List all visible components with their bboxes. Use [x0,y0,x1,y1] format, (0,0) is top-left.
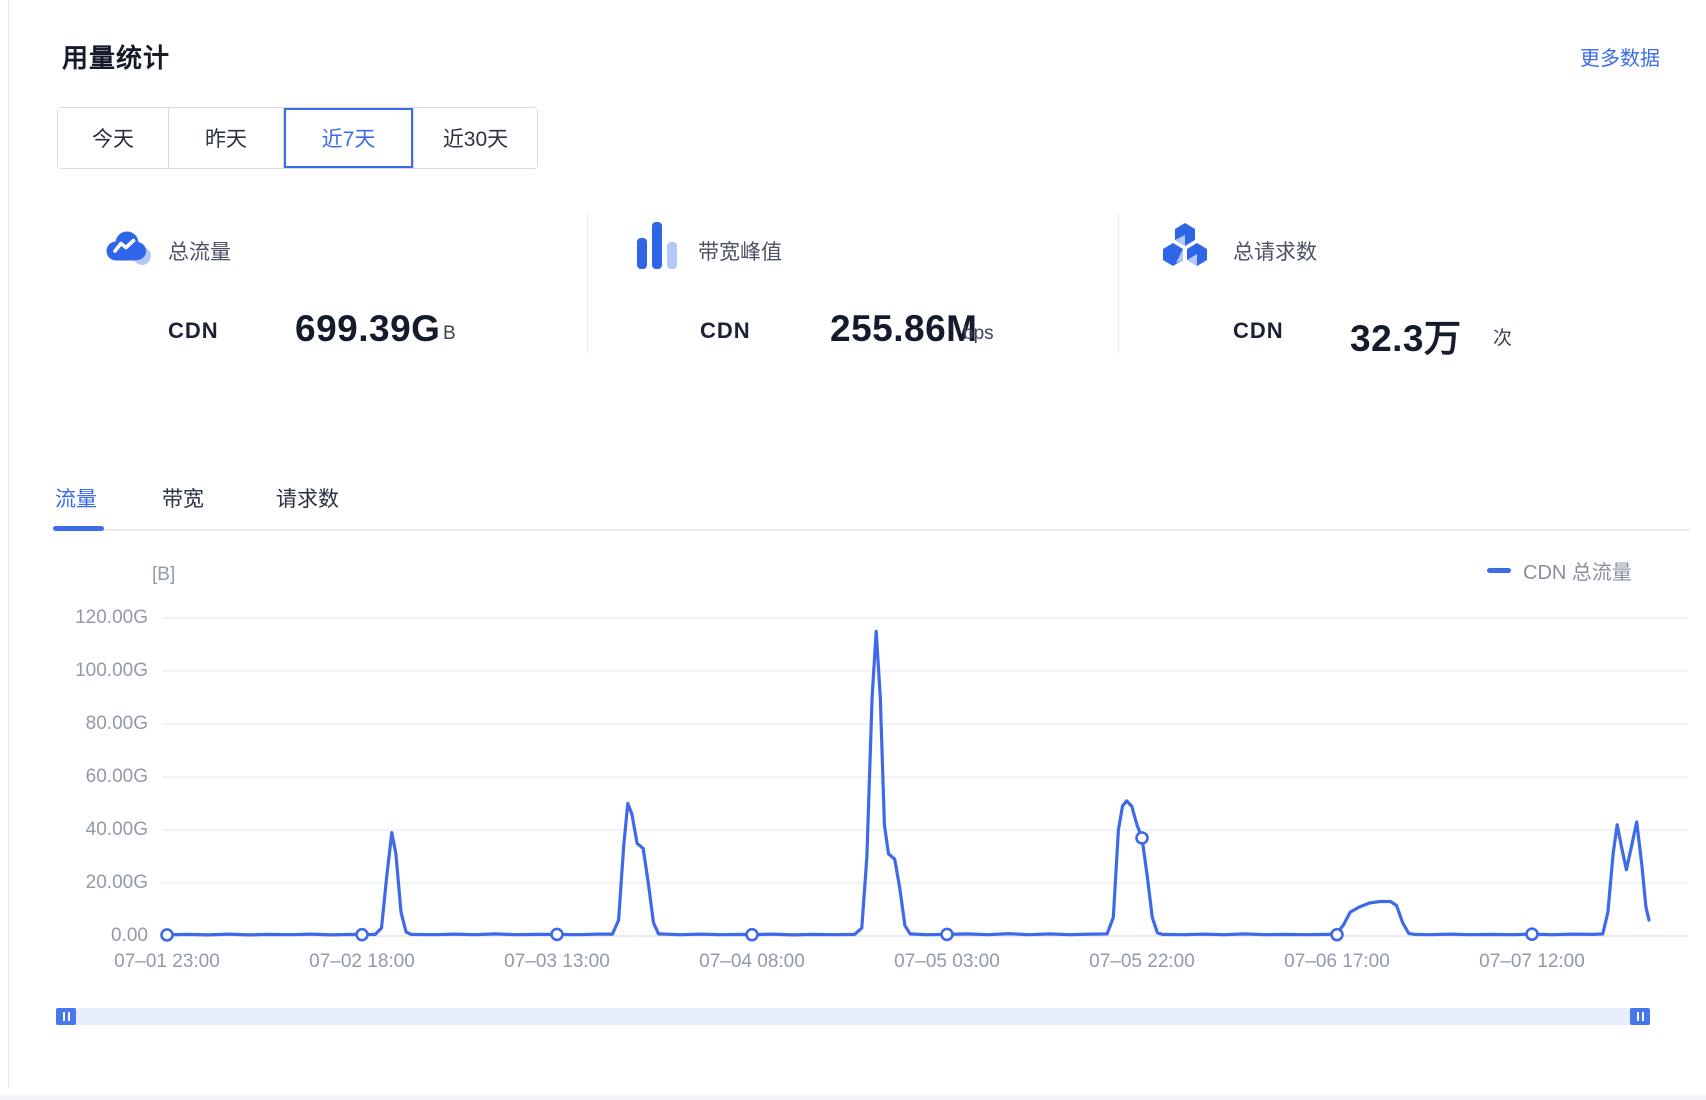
datazoom-slider-track[interactable] [56,1008,1650,1025]
datazoom-left-handle[interactable] [56,1008,76,1025]
traffic-line-chart[interactable] [0,0,1706,1100]
active-tab-underline [53,526,104,531]
datazoom-right-handle[interactable] [1630,1008,1650,1025]
